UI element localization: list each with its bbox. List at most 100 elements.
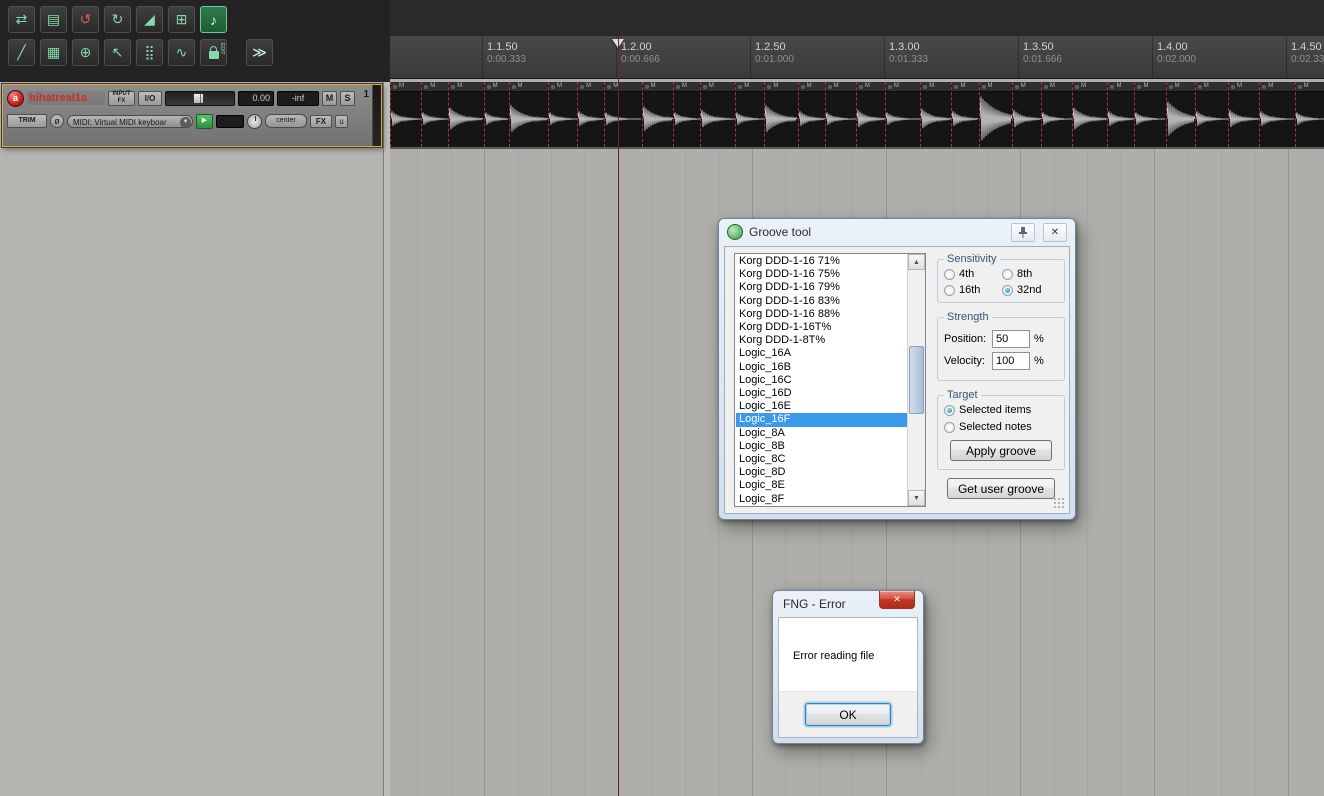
item-mute-button[interactable]: M bbox=[430, 83, 435, 90]
quantize-grid-icon[interactable]: ⊞ bbox=[168, 6, 195, 33]
item-mute-button[interactable]: M bbox=[807, 83, 812, 90]
fx-bypass-button[interactable]: u bbox=[335, 114, 348, 128]
pin-button[interactable] bbox=[1011, 222, 1035, 242]
midi-note-edit-icon[interactable]: ♪ bbox=[200, 6, 227, 33]
item-mute-button[interactable]: M bbox=[773, 83, 778, 90]
item-mute-button[interactable]: M bbox=[709, 83, 714, 90]
get-user-groove-button[interactable]: Get user groove bbox=[947, 478, 1055, 499]
item-mute-button[interactable]: M bbox=[1021, 83, 1026, 90]
item-mute-button[interactable]: M bbox=[557, 83, 562, 90]
audio-item[interactable]: M bbox=[1134, 82, 1166, 147]
audio-item[interactable]: M bbox=[672, 82, 700, 147]
groove-list-item[interactable]: Logic_8E bbox=[736, 479, 907, 492]
io-button[interactable]: I/O bbox=[138, 90, 162, 106]
item-mute-button[interactable]: M bbox=[399, 83, 404, 90]
pan-value[interactable]: center bbox=[265, 114, 307, 128]
audio-item[interactable]: M bbox=[699, 82, 736, 147]
fx-button[interactable]: FX bbox=[310, 114, 332, 128]
run-actions-icon[interactable]: ≫ bbox=[246, 39, 273, 66]
phase-button[interactable]: ø bbox=[50, 114, 64, 128]
mute-button[interactable]: M bbox=[322, 90, 337, 106]
audio-item[interactable]: M bbox=[1011, 82, 1041, 147]
scroll-up-button[interactable]: ▲ bbox=[908, 254, 925, 270]
item-mute-button[interactable]: M bbox=[1237, 83, 1242, 90]
audio-item[interactable]: M bbox=[1228, 82, 1260, 147]
groove-list-scrollbar[interactable]: ▲ ▼ bbox=[907, 254, 925, 506]
audio-item[interactable]: M bbox=[577, 82, 605, 147]
groove-list-item[interactable]: Korg DDD-1-16 75% bbox=[736, 268, 907, 281]
groove-close-button[interactable]: ✕ bbox=[1043, 222, 1067, 242]
audio-item[interactable]: M bbox=[1194, 82, 1229, 147]
radio-8th[interactable]: 8th bbox=[1002, 268, 1058, 280]
audio-item[interactable]: M bbox=[548, 82, 578, 147]
groove-list-item[interactable]: Logic_8D bbox=[736, 466, 907, 479]
item-mute-button[interactable]: M bbox=[894, 83, 899, 90]
radio-button-icon[interactable] bbox=[1002, 268, 1013, 280]
groove-list-item[interactable]: Korg DDD-1-8T% bbox=[736, 334, 907, 347]
item-mute-button[interactable]: M bbox=[1175, 83, 1180, 90]
audio-item[interactable]: M bbox=[421, 82, 449, 147]
swap-items-icon[interactable]: ⇄ bbox=[8, 6, 35, 33]
item-mute-button[interactable]: M bbox=[651, 83, 656, 90]
scroll-down-button[interactable]: ▼ bbox=[908, 490, 925, 506]
audio-item[interactable]: M bbox=[448, 82, 484, 147]
item-mute-button[interactable]: M bbox=[1081, 83, 1086, 90]
radio-button-icon[interactable] bbox=[944, 421, 955, 433]
error-close-button[interactable]: ✕ bbox=[879, 591, 915, 609]
record-mode-button[interactable] bbox=[216, 114, 244, 128]
record-input-selector[interactable]: MIDI: Virtual MIDI keyboar ▼ bbox=[67, 114, 193, 128]
groove-list-item[interactable]: Korg DDD-1-16 83% bbox=[736, 295, 907, 308]
item-mute-button[interactable]: M bbox=[1050, 83, 1055, 90]
groove-list-item[interactable]: Logic_8B bbox=[736, 440, 907, 453]
radio-selected-items[interactable]: Selected items bbox=[944, 404, 1058, 416]
groove-list-item[interactable]: Logic_8F bbox=[736, 493, 907, 505]
radio-16th[interactable]: 16th bbox=[944, 284, 1000, 296]
solo-button[interactable]: S bbox=[340, 90, 355, 106]
grid-snap-icon[interactable]: ▦ bbox=[40, 39, 67, 66]
item-mute-button[interactable]: M bbox=[1143, 83, 1148, 90]
radio-button-icon[interactable] bbox=[944, 404, 955, 416]
audio-item[interactable]: M bbox=[920, 82, 952, 147]
item-mute-button[interactable]: M bbox=[518, 83, 523, 90]
item-mute-button[interactable]: M bbox=[1304, 83, 1309, 90]
groove-list-item[interactable]: Logic_16F bbox=[736, 413, 907, 427]
trim-envelope-button[interactable]: TRIM bbox=[7, 114, 47, 128]
copy-items-icon[interactable]: ▤ bbox=[40, 6, 67, 33]
monitor-button[interactable]: ▶ bbox=[196, 113, 213, 129]
groove-list-item[interactable]: Logic_16A bbox=[736, 347, 907, 360]
item-mute-button[interactable]: M bbox=[834, 83, 839, 90]
audio-item[interactable]: M bbox=[855, 82, 886, 147]
audio-item[interactable]: M bbox=[641, 82, 673, 147]
audio-item[interactable]: M bbox=[1072, 82, 1108, 147]
radio-selected-notes[interactable]: Selected notes bbox=[944, 421, 1058, 433]
audio-item[interactable]: M bbox=[824, 82, 856, 147]
track-name[interactable]: hihatreal1a bbox=[27, 91, 105, 105]
item-mute-button[interactable]: M bbox=[682, 83, 687, 90]
dots-grid-icon[interactable]: ⣿ bbox=[136, 39, 163, 66]
item-mute-button[interactable]: M bbox=[929, 83, 934, 90]
audio-item[interactable]: M bbox=[735, 82, 765, 147]
audio-item[interactable]: M bbox=[1107, 82, 1135, 147]
groove-list[interactable]: Korg DDD-1-16 71% Korg DDD-1-16 75% Korg D… bbox=[734, 253, 926, 507]
groove-list-item[interactable]: Korg DDD-1-16 71% bbox=[736, 255, 907, 268]
position-input[interactable] bbox=[992, 330, 1030, 348]
move-cross-icon[interactable]: ⊕ bbox=[72, 39, 99, 66]
lasso-select-green-icon[interactable]: ↻ bbox=[104, 6, 131, 33]
split-razor-icon[interactable]: ╱ bbox=[8, 39, 35, 66]
radio-button-icon[interactable] bbox=[1002, 284, 1013, 296]
smooth-envelope-icon[interactable]: ∿ bbox=[168, 39, 195, 66]
audio-item[interactable]: M bbox=[1040, 82, 1073, 147]
item-mute-button[interactable]: M bbox=[586, 83, 591, 90]
groove-list-item[interactable]: Korg DDD-1-16T% bbox=[736, 321, 907, 334]
ok-button[interactable]: OK bbox=[805, 703, 891, 726]
radio-4th[interactable]: 4th bbox=[944, 268, 1000, 280]
velocity-input[interactable] bbox=[992, 352, 1030, 370]
groove-list-item[interactable]: Logic_16C bbox=[736, 374, 907, 387]
item-mute-button[interactable]: M bbox=[493, 83, 498, 90]
audio-item[interactable]: M bbox=[797, 82, 825, 147]
radio-button-icon[interactable] bbox=[944, 268, 955, 280]
arrow-select-icon[interactable]: ↖ bbox=[104, 39, 131, 66]
item-mute-button[interactable]: M bbox=[988, 83, 993, 90]
radio-button-icon[interactable] bbox=[944, 284, 955, 296]
audio-item[interactable]: M bbox=[390, 82, 422, 147]
